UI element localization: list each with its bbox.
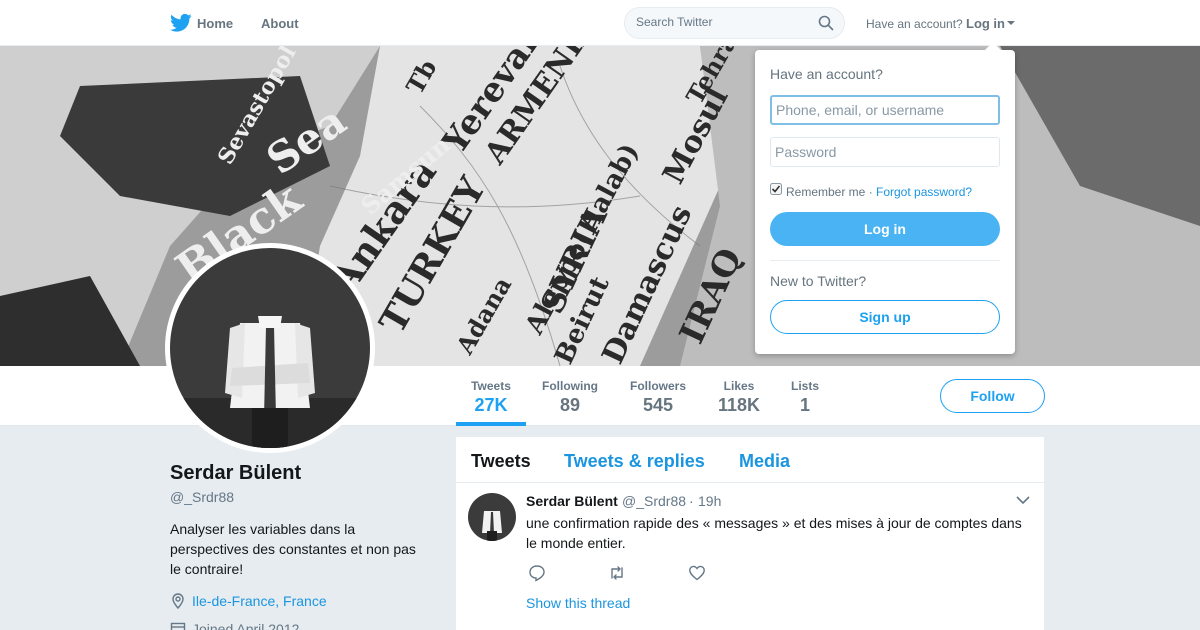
dropdown-arrow bbox=[985, 42, 1001, 50]
search-input[interactable] bbox=[636, 15, 816, 29]
nav-home-link[interactable]: Home bbox=[197, 16, 233, 31]
username-input[interactable] bbox=[770, 95, 1000, 125]
new-to-twitter-text: New to Twitter? bbox=[770, 273, 867, 289]
remember-me-label[interactable]: Remember me · bbox=[786, 185, 873, 199]
login-link[interactable]: Log in bbox=[966, 16, 1005, 31]
avatar-image bbox=[170, 248, 370, 448]
stat-label: Likes bbox=[723, 379, 755, 393]
profile-joined: Joined April 2012 bbox=[192, 621, 300, 630]
show-thread-link[interactable]: Show this thread bbox=[526, 595, 630, 611]
tweet-author-handle[interactable]: @_Srdr88 bbox=[622, 493, 686, 509]
login-button[interactable]: Log in bbox=[770, 212, 1000, 246]
stat-value: 545 bbox=[642, 395, 674, 415]
profile-joined-row: Joined April 2012 bbox=[170, 617, 430, 630]
profile-handle[interactable]: @_Srdr88 bbox=[170, 489, 430, 505]
calendar-icon bbox=[170, 622, 186, 630]
tweet-timestamp[interactable]: 19h bbox=[698, 493, 721, 509]
tweet-avatar-image bbox=[468, 493, 516, 541]
timeline-tabs: Tweets Tweets & replies Media bbox=[456, 437, 1044, 483]
tweet-text: une confirmation rapide des « messages »… bbox=[526, 515, 1022, 551]
nav-about-link[interactable]: About bbox=[261, 16, 299, 31]
profile-bio: Analyser les variables dans la perspecti… bbox=[170, 521, 416, 577]
stat-value: 89 bbox=[559, 395, 581, 415]
location-pin-icon bbox=[172, 593, 184, 609]
dropdown-title: Have an account? bbox=[770, 66, 883, 82]
tab-tweets-replies[interactable]: Tweets & replies bbox=[564, 451, 705, 472]
tweet-item[interactable]: Serdar Bülent @_Srdr88 · 19h une confirm… bbox=[456, 483, 1044, 630]
stat-label: Lists bbox=[790, 379, 819, 393]
stat-value: 27K bbox=[474, 395, 508, 415]
profile-avatar[interactable] bbox=[165, 243, 375, 453]
caret-down-icon[interactable] bbox=[1007, 21, 1015, 25]
password-input[interactable] bbox=[770, 137, 1000, 167]
checkbox-icon[interactable] bbox=[770, 183, 782, 195]
tab-tweets[interactable]: Tweets bbox=[471, 451, 531, 472]
profile-location[interactable]: Ile-de-France, France bbox=[192, 593, 327, 609]
search-box[interactable] bbox=[624, 7, 845, 39]
stat-likes[interactable]: Likes 118K bbox=[710, 366, 768, 426]
profile-location-row: Ile-de-France, France bbox=[170, 591, 430, 611]
stat-value: 118K bbox=[717, 395, 761, 415]
search-icon[interactable] bbox=[818, 15, 834, 31]
have-account-text: Have an account? bbox=[866, 17, 963, 31]
forgot-password-link[interactable]: Forgot password? bbox=[876, 185, 972, 199]
chevron-down-icon[interactable] bbox=[1016, 495, 1030, 505]
stat-value: 1 bbox=[799, 395, 810, 415]
tweet-avatar[interactable] bbox=[468, 493, 516, 541]
retweet-icon[interactable] bbox=[608, 564, 626, 582]
stat-tweets[interactable]: Tweets 27K bbox=[456, 366, 526, 426]
profile-name[interactable]: Serdar Bülent bbox=[170, 462, 430, 485]
stat-lists[interactable]: Lists 1 bbox=[785, 366, 825, 426]
stat-label: Tweets bbox=[471, 379, 511, 393]
top-navigation: Home About Have an account? Log in bbox=[0, 0, 1200, 46]
stat-label: Following bbox=[542, 379, 598, 393]
timeline: Tweets Tweets & replies Media Serdar Bül… bbox=[456, 437, 1044, 630]
stat-following[interactable]: Following 89 bbox=[533, 366, 607, 426]
stat-followers[interactable]: Followers 545 bbox=[622, 366, 694, 426]
reply-icon[interactable] bbox=[528, 564, 546, 582]
profile-bio-card: Serdar Bülent @_Srdr88 Analyser les vari… bbox=[170, 462, 430, 630]
tab-media[interactable]: Media bbox=[739, 451, 790, 472]
follow-button[interactable]: Follow bbox=[940, 379, 1045, 413]
twitter-bird-icon[interactable] bbox=[170, 13, 192, 33]
tweet-author-name[interactable]: Serdar Bülent bbox=[526, 493, 618, 509]
stat-label: Followers bbox=[629, 379, 686, 393]
like-icon[interactable] bbox=[688, 564, 706, 582]
dropdown-divider bbox=[770, 260, 1000, 261]
tweet-separator: · bbox=[689, 493, 694, 509]
login-dropdown: Have an account? Remember me · Forgot pa… bbox=[755, 50, 1015, 354]
signup-button[interactable]: Sign up bbox=[770, 300, 1000, 334]
